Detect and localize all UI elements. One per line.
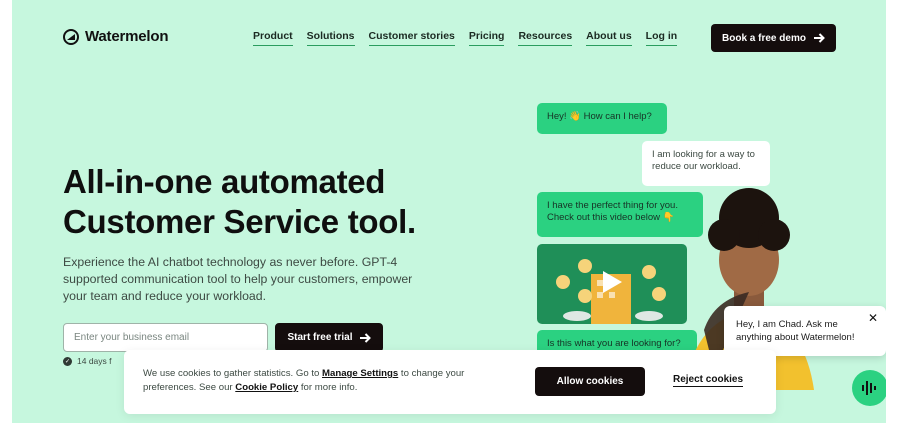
page: Watermelon Product Solutions Customer st… xyxy=(12,0,886,423)
hero-title: All-in-one automated Customer Service to… xyxy=(63,162,483,242)
nav-product[interactable]: Product xyxy=(253,30,293,46)
sound-wave-icon xyxy=(862,381,876,395)
scrollbar[interactable] xyxy=(886,0,900,423)
chat-widget-message: Hey, I am Chad. Ask me anything about Wa… xyxy=(736,319,855,343)
chat-launcher-button[interactable] xyxy=(852,370,886,406)
start-trial-label: Start free trial xyxy=(287,332,353,343)
cookie-text-after: for more info. xyxy=(300,382,358,393)
nav-solutions[interactable]: Solutions xyxy=(306,30,355,46)
close-icon[interactable]: ✕ xyxy=(868,312,878,325)
brand-name: Watermelon xyxy=(85,28,169,45)
nav-about-us[interactable]: About us xyxy=(586,30,632,46)
book-demo-label: Book a free demo xyxy=(722,32,806,44)
book-demo-button[interactable]: Book a free demo xyxy=(711,24,836,52)
business-email-input[interactable] xyxy=(63,323,268,352)
allow-cookies-button[interactable]: Allow cookies xyxy=(535,367,645,396)
cookie-text-before: We use cookies to gather statistics. Go … xyxy=(143,368,320,379)
hero-subtitle: Experience the AI chatbot technology as … xyxy=(63,255,413,303)
nav-pricing[interactable]: Pricing xyxy=(468,30,505,46)
hero-title-line2: Customer Service tool. xyxy=(63,203,416,240)
cookie-text: We use cookies to gather statistics. Go … xyxy=(143,367,488,395)
check-icon: ✓ xyxy=(63,356,72,366)
trial-note-text: 14 days f xyxy=(77,356,112,366)
video-thumbnail[interactable] xyxy=(537,244,687,324)
cookie-banner: We use cookies to gather statistics. Go … xyxy=(124,350,776,414)
hero-title-line1: All-in-one automated xyxy=(63,163,386,200)
reject-cookies-button[interactable]: Reject cookies xyxy=(673,374,744,387)
trial-note: ✓ 14 days f xyxy=(63,356,112,366)
start-trial-button[interactable]: Start free trial xyxy=(275,323,383,352)
watermelon-logo-icon xyxy=(63,28,79,45)
nav-customer-stories[interactable]: Customer stories xyxy=(368,30,455,46)
main-nav: Product Solutions Customer stories Prici… xyxy=(253,30,678,46)
chat-bubble-greeting: Hey! 👋 How can I help? xyxy=(537,103,667,134)
cookie-policy-link[interactable]: Cookie Policy xyxy=(235,382,298,393)
arrow-right-icon xyxy=(359,332,371,343)
manage-settings-link[interactable]: Manage Settings xyxy=(322,368,398,379)
nav-log-in[interactable]: Log in xyxy=(645,30,678,46)
nav-resources[interactable]: Resources xyxy=(518,30,573,46)
logo[interactable]: Watermelon xyxy=(63,28,168,45)
arrow-right-icon xyxy=(813,33,825,43)
chat-widget-popup[interactable]: Hey, I am Chad. Ask me anything about Wa… xyxy=(724,306,886,356)
play-icon xyxy=(603,271,622,293)
